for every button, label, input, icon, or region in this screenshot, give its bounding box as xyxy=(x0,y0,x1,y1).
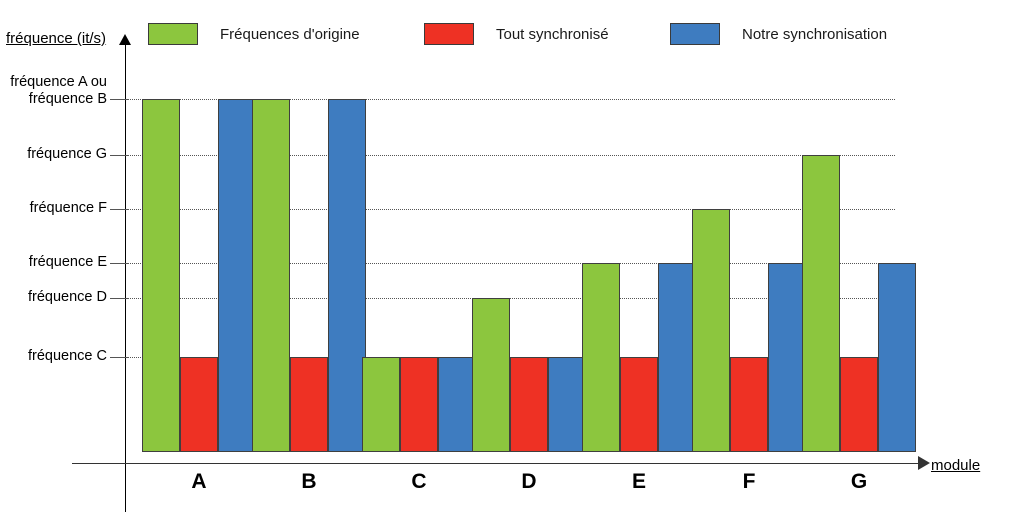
x-axis-tick-label-c: C xyxy=(411,470,427,493)
bar-group-a xyxy=(142,0,256,527)
bar-group-c xyxy=(362,0,476,527)
bar-g-series-2 xyxy=(840,357,878,452)
bar-g-series-1 xyxy=(802,155,840,452)
bar-c-series-3 xyxy=(438,357,476,452)
y-axis-tick-label: fréquence A ou fréquence B xyxy=(10,74,107,108)
y-axis-tick xyxy=(110,298,128,299)
bar-group-f xyxy=(692,0,806,527)
x-axis-tick-label-g: G xyxy=(850,470,868,493)
y-axis-tick-label: fréquence G xyxy=(27,146,107,162)
y-axis-arrow-icon xyxy=(119,34,131,45)
y-axis-tick xyxy=(110,99,128,100)
bar-a-series-3 xyxy=(218,99,256,452)
bar-g-series-3 xyxy=(878,263,916,452)
bar-f-series-1 xyxy=(692,209,730,452)
bar-group-g xyxy=(802,0,916,527)
x-axis-arrow-icon xyxy=(918,456,930,470)
y-axis-tick-label-line: fréquence B xyxy=(28,91,107,107)
bar-d-series-2 xyxy=(510,357,548,452)
x-axis-tick-label-e: E xyxy=(631,470,646,493)
x-axis-tick-label-f: F xyxy=(742,470,756,493)
y-axis-line xyxy=(125,42,126,512)
y-axis-tick xyxy=(110,263,128,264)
bar-e-series-1 xyxy=(582,263,620,452)
bar-chart: Fréquences d'origine Tout synchronisé No… xyxy=(0,0,1023,527)
bar-c-series-2 xyxy=(400,357,438,452)
y-axis-tick-label: fréquence D xyxy=(28,289,107,305)
y-axis-tick xyxy=(110,209,128,210)
y-axis-tick-label: fréquence F xyxy=(29,200,107,216)
bar-f-series-3 xyxy=(768,263,806,452)
bar-f-series-2 xyxy=(730,357,768,452)
x-axis-tick-label-b: B xyxy=(301,470,317,493)
bar-e-series-3 xyxy=(658,263,696,452)
y-axis-tick xyxy=(110,357,128,358)
y-axis-tick xyxy=(110,155,128,156)
bar-e-series-2 xyxy=(620,357,658,452)
y-axis-tick-label: fréquence C xyxy=(28,348,107,364)
bar-group-b xyxy=(252,0,366,527)
y-axis-tick-label: fréquence E xyxy=(28,254,107,270)
bar-group-d xyxy=(472,0,586,527)
bar-a-series-2 xyxy=(180,357,218,452)
plot-area: fréquence A ou fréquence B fréquence G fréq… xyxy=(0,0,1023,527)
bar-group-e xyxy=(582,0,696,527)
bar-b-series-3 xyxy=(328,99,366,452)
y-axis-tick-label-line: fréquence A ou xyxy=(10,74,107,90)
bar-b-series-2 xyxy=(290,357,328,452)
x-axis-tick-label-a: A xyxy=(191,470,207,493)
x-axis-tick-label-d: D xyxy=(521,470,537,493)
bar-c-series-1 xyxy=(362,357,400,452)
bar-b-series-1 xyxy=(252,99,290,452)
bar-d-series-3 xyxy=(548,357,586,452)
bar-d-series-1 xyxy=(472,298,510,452)
bar-a-series-1 xyxy=(142,99,180,452)
